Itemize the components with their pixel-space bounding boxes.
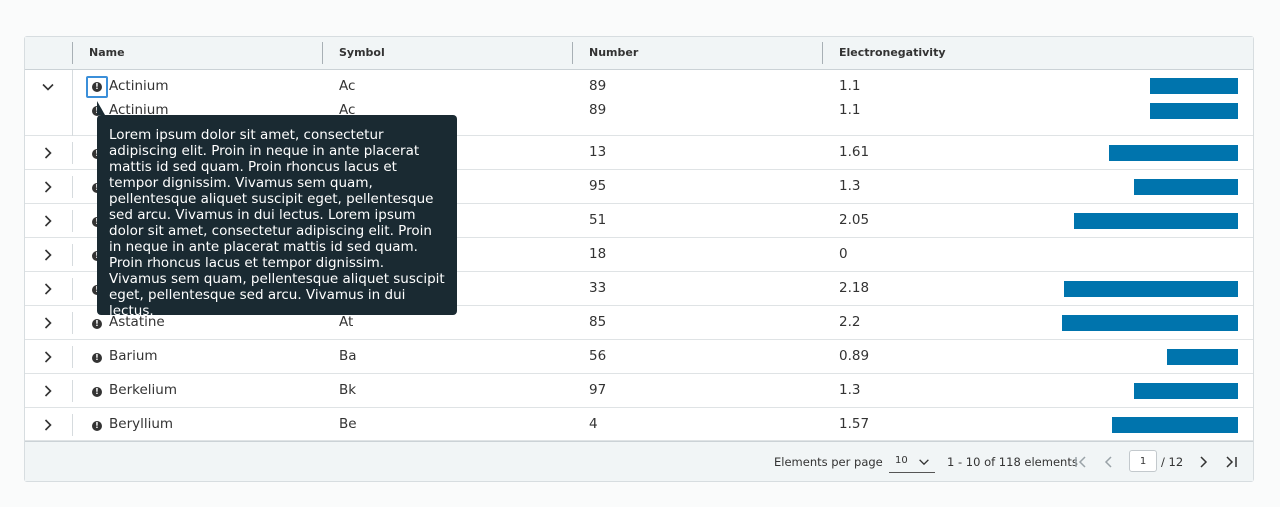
tooltip: Lorem ipsum dolor sit amet, consectetur …: [97, 115, 457, 319]
cell-number: 97: [589, 382, 607, 398]
page-range: 1 - 10 of 118 elements: [947, 455, 1078, 469]
chevron-right-icon[interactable]: [40, 281, 56, 297]
electronegativity-bar: [1134, 383, 1238, 399]
cell-electronegativity: 2.05: [839, 212, 870, 228]
column-resize-handle[interactable]: [572, 42, 573, 64]
electronegativity-bar: [1062, 315, 1238, 331]
warning-icon[interactable]: !: [92, 319, 102, 329]
cell-symbol: Bk: [339, 382, 357, 398]
warning-icon[interactable]: !: [92, 387, 102, 397]
row-separator: [72, 142, 73, 164]
detail-electronegativity: 1.1: [839, 102, 861, 118]
cell-name: Actinium: [109, 78, 169, 94]
cell-symbol: Ba: [339, 348, 357, 364]
column-header-electronegativity[interactable]: Electronegativity: [839, 37, 946, 69]
electronegativity-bar: [1167, 349, 1238, 365]
electronegativity-bar: [1150, 78, 1238, 94]
per-page-label: Elements per page: [774, 455, 883, 469]
cell-electronegativity: 1.61: [839, 144, 870, 160]
row-separator: [72, 380, 73, 402]
cell-number: 95: [589, 178, 607, 194]
cell-number: 85: [589, 314, 607, 330]
column-separator: [72, 42, 73, 64]
cell-name: Beryllium: [109, 416, 174, 432]
cell-electronegativity: 1.1: [839, 78, 861, 94]
row-separator: [72, 70, 73, 136]
last-page-icon[interactable]: [1223, 454, 1239, 470]
electronegativity-bar: [1150, 103, 1238, 119]
column-resize-handle[interactable]: [322, 42, 323, 64]
cell-electronegativity: 1.3: [839, 178, 861, 194]
page-number-input[interactable]: 1: [1129, 450, 1157, 472]
chevron-right-icon[interactable]: [40, 417, 56, 433]
chevron-right-icon[interactable]: [40, 179, 56, 195]
next-page-icon[interactable]: [1195, 454, 1211, 470]
row-separator: [72, 244, 73, 266]
row-separator: [72, 312, 73, 334]
cell-electronegativity: 0: [839, 246, 848, 262]
column-resize-handle[interactable]: [822, 42, 823, 64]
page-total: / 12: [1161, 455, 1184, 469]
cell-electronegativity: 2.2: [839, 314, 861, 330]
per-page-select[interactable]: 10: [889, 452, 935, 473]
detail-number: 89: [589, 102, 607, 118]
cell-electronegativity: 1.57: [839, 416, 870, 432]
cell-electronegativity: 1.3: [839, 382, 861, 398]
chevron-down-icon[interactable]: [40, 79, 56, 95]
chevron-down-icon: [919, 459, 929, 466]
chevron-right-icon[interactable]: [40, 349, 56, 365]
grid-header: Name Symbol Number Electronegativity: [25, 37, 1253, 70]
electronegativity-bar: [1064, 281, 1238, 297]
chevron-right-icon[interactable]: [40, 383, 56, 399]
cell-number: 33: [589, 280, 607, 296]
cell-symbol: Be: [339, 416, 357, 432]
cell-symbol: Ac: [339, 78, 356, 94]
cell-name: Berkelium: [109, 382, 177, 398]
cell-number: 51: [589, 212, 607, 228]
column-header-name[interactable]: Name: [89, 37, 125, 69]
cell-number: 56: [589, 348, 607, 364]
cell-name: Barium: [109, 348, 158, 364]
warning-icon[interactable]: !: [92, 82, 102, 92]
chevron-right-icon[interactable]: [40, 247, 56, 263]
warning-icon[interactable]: !: [92, 421, 102, 431]
table-row[interactable]: ! Barium Ba 56 0.89: [25, 340, 1253, 374]
cell-number: 4: [589, 416, 598, 432]
cell-number: 13: [589, 144, 607, 160]
warning-icon[interactable]: !: [92, 353, 102, 363]
row-separator: [72, 346, 73, 368]
cell-number: 89: [589, 78, 607, 94]
previous-page-icon[interactable]: [1101, 454, 1117, 470]
tooltip-arrow: [97, 101, 105, 115]
row-separator: [72, 278, 73, 300]
table-row[interactable]: ! Berkelium Bk 97 1.3: [25, 374, 1253, 408]
chevron-right-icon[interactable]: [40, 315, 56, 331]
cell-electronegativity: 0.89: [839, 348, 870, 364]
cell-electronegativity: 2.18: [839, 280, 870, 296]
electronegativity-bar: [1074, 213, 1238, 229]
row-separator: [72, 176, 73, 198]
chevron-right-icon[interactable]: [40, 145, 56, 161]
per-page-value: 10: [895, 455, 908, 466]
electronegativity-bar: [1134, 179, 1238, 195]
column-header-symbol[interactable]: Symbol: [339, 37, 385, 69]
first-page-icon[interactable]: [1073, 454, 1089, 470]
cell-number: 18: [589, 246, 607, 262]
pagination-footer: Elements per page 10 1 - 10 of 118 eleme…: [25, 441, 1253, 481]
electronegativity-bar: [1112, 417, 1238, 433]
cell-symbol: At: [339, 314, 354, 330]
column-header-number[interactable]: Number: [589, 37, 638, 69]
electronegativity-bar: [1109, 145, 1238, 161]
row-separator: [72, 414, 73, 436]
chevron-right-icon[interactable]: [40, 213, 56, 229]
row-separator: [72, 210, 73, 232]
table-row[interactable]: ! Beryllium Be 4 1.57: [25, 408, 1253, 441]
